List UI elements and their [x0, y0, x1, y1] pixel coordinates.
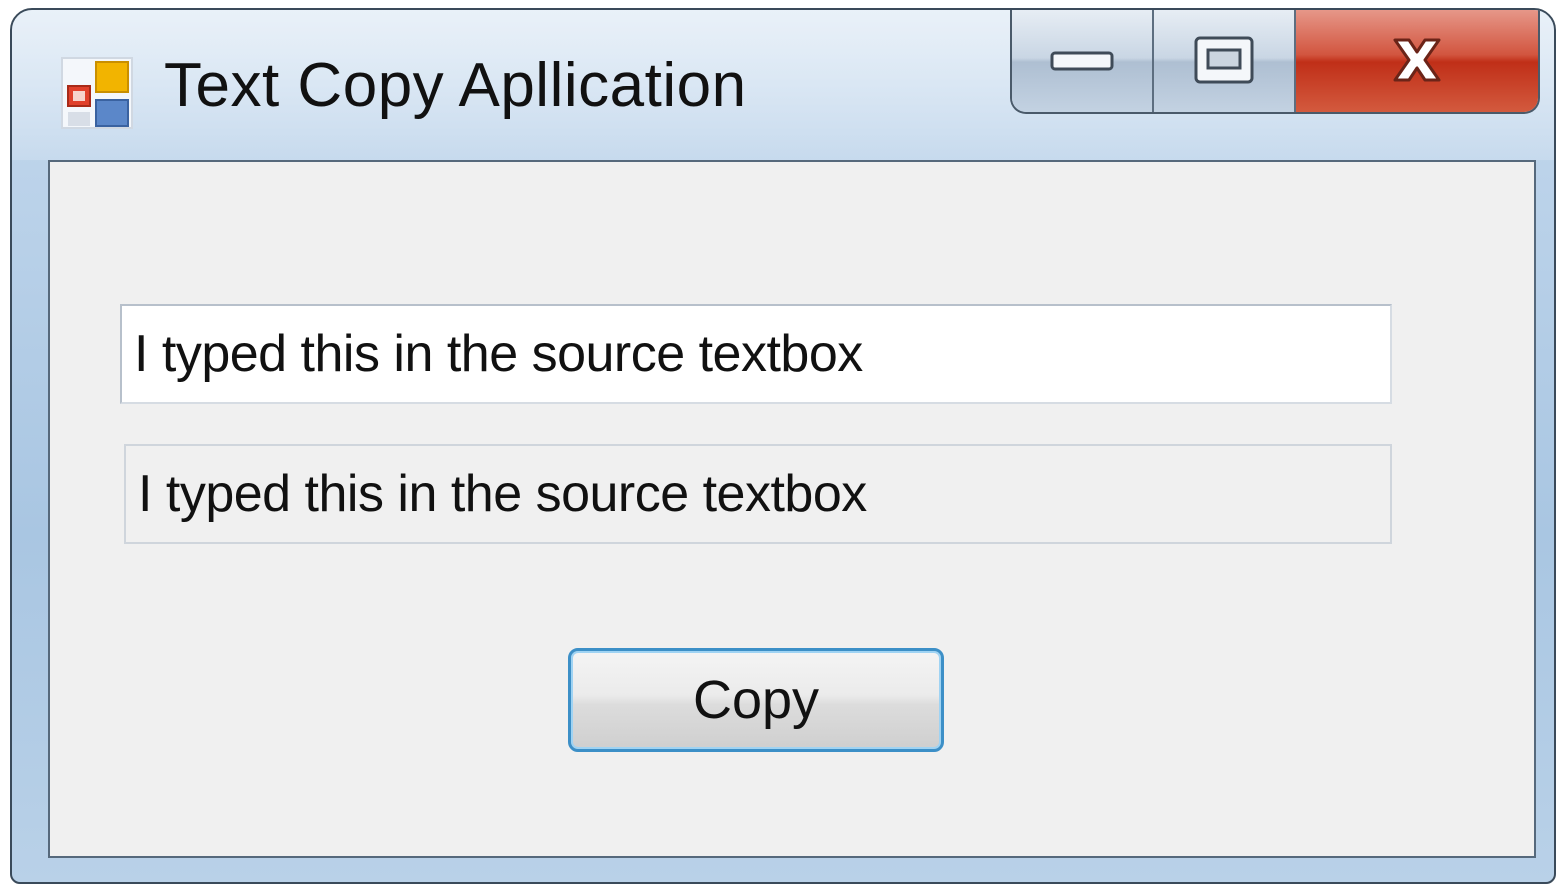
form-client-area: I typed this in the source textbox Copy [48, 160, 1536, 858]
close-icon [1393, 38, 1441, 82]
title-bar[interactable]: Text Copy Apllication [12, 10, 1554, 160]
close-button[interactable] [1296, 10, 1538, 112]
window-title: Text Copy Apllication [164, 51, 747, 120]
source-textbox[interactable] [120, 304, 1392, 404]
target-textbox[interactable]: I typed this in the source textbox [124, 444, 1392, 544]
minimize-icon [1050, 51, 1114, 71]
minimize-button[interactable] [1012, 10, 1154, 112]
caption-buttons [1010, 10, 1540, 114]
app-window: Text Copy Apllication I typed this in th… [10, 8, 1556, 884]
app-icon [61, 57, 133, 129]
copy-button[interactable]: Copy [568, 648, 944, 752]
maximize-icon [1194, 36, 1254, 84]
maximize-button[interactable] [1154, 10, 1296, 112]
